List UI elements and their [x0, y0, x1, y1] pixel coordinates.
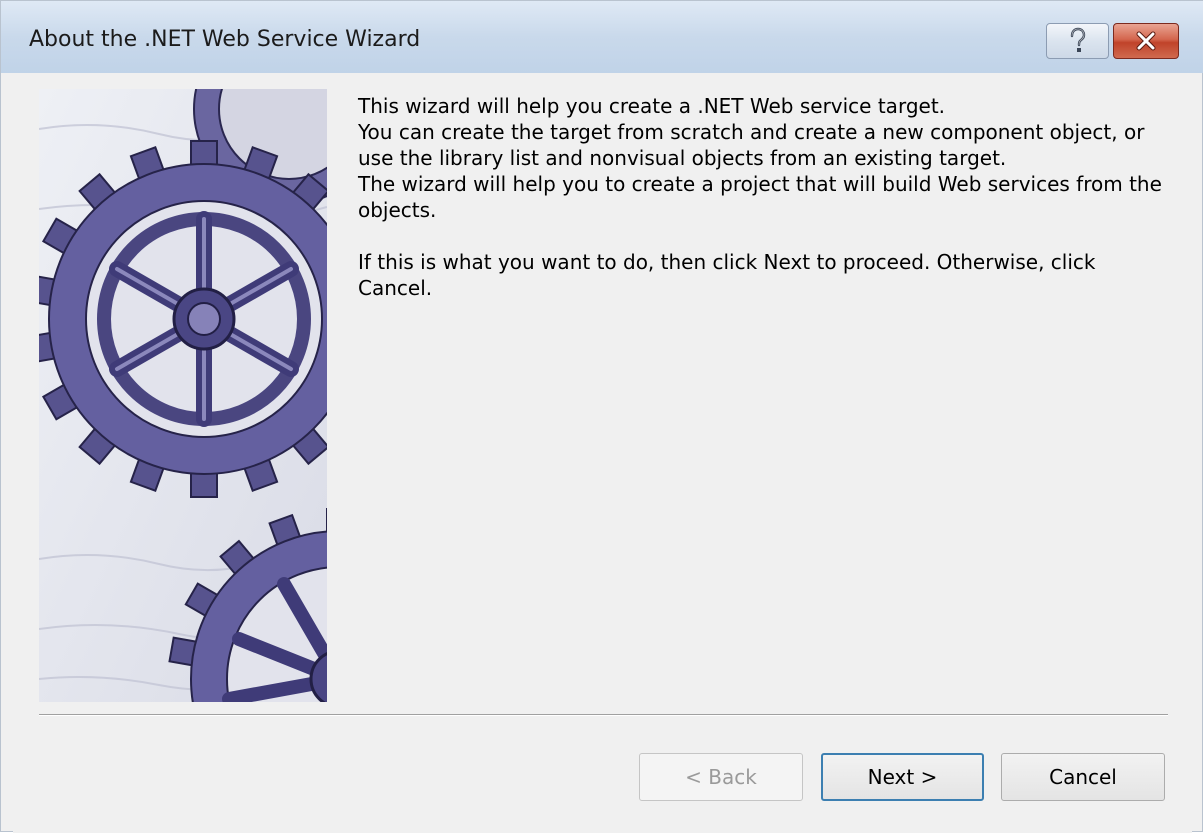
- title-bar[interactable]: About the .NET Web Service Wizard: [1, 1, 1203, 73]
- next-button[interactable]: Next >: [821, 753, 984, 801]
- button-separator: [39, 714, 1168, 716]
- back-button[interactable]: < Back: [639, 753, 803, 801]
- help-icon: [1070, 27, 1085, 52]
- project-paragraph: The wizard will help you to create a pro…: [358, 172, 1162, 222]
- window-title: About the .NET Web Service Wizard: [29, 27, 421, 52]
- close-icon: [1136, 31, 1156, 51]
- cancel-button[interactable]: Cancel: [1001, 753, 1165, 801]
- wizard-description: This wizard will help you create a .NET …: [358, 93, 1168, 301]
- intro-paragraph: This wizard will help you create a .NET …: [358, 94, 946, 118]
- help-button[interactable]: [1046, 23, 1109, 59]
- instruction-paragraph: If this is what you want to do, then cli…: [358, 250, 1096, 300]
- options-paragraph: You can create the target from scratch a…: [358, 120, 1145, 170]
- wizard-dialog: About the .NET Web Service Wizard This w…: [0, 0, 1203, 833]
- close-button[interactable]: [1113, 23, 1179, 59]
- gears-illustration: [39, 89, 327, 702]
